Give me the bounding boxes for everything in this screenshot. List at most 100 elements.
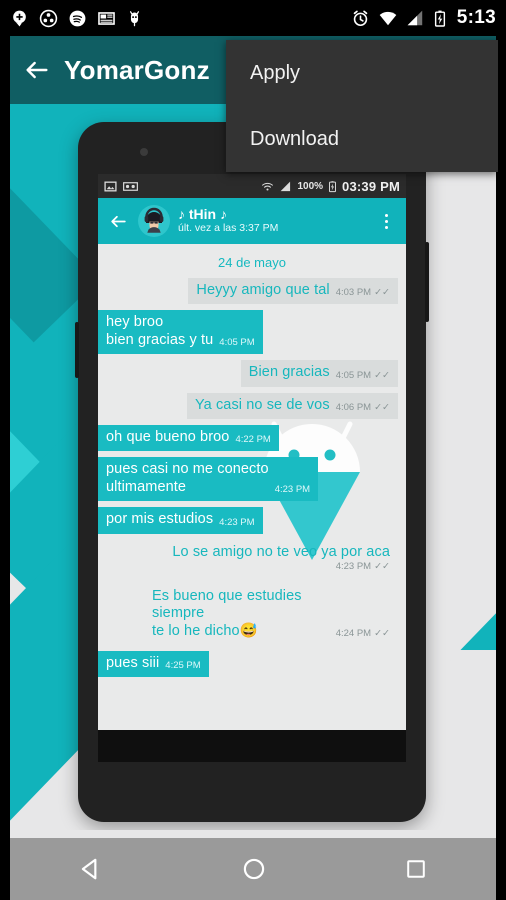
message-meta: 4:23 PM ✓✓	[336, 561, 390, 573]
menu-item-download[interactable]: Download	[226, 106, 498, 172]
signal-icon	[407, 10, 422, 25]
date-divider: 24 de mayo	[106, 254, 398, 272]
message-row[interactable]: oh que bueno broo 4:22 PM	[98, 424, 398, 452]
message-bubble: por mis estudios 4:23 PM	[98, 507, 263, 534]
message-meta: 4:05 PM	[219, 337, 254, 349]
signal-icon	[281, 181, 291, 191]
message-text: Lo se amigo no te veo ya por aca	[172, 543, 390, 560]
contact-last-seen: últ. vez a las 3:37 PM	[178, 221, 279, 234]
message-time: 4:05 PM	[219, 337, 255, 349]
overflow-menu-icon	[384, 225, 388, 229]
message-text: Heyyy amigo que tal	[196, 282, 330, 298]
status-right-icons: 5:13	[351, 7, 506, 29]
overflow-menu-icon	[384, 213, 388, 217]
message-bubble: Heyyy amigo que tal 4:03 PM ✓✓	[188, 278, 398, 305]
contact-avatar-icon	[138, 205, 170, 237]
message-text: oh que bueno broo	[106, 428, 230, 445]
message-meta: 4:23 PM	[219, 517, 254, 529]
message-row[interactable]: pues casi no me conecto ultimamente 4:23…	[98, 457, 398, 502]
message-time: 4:23 PM	[274, 484, 311, 496]
nav-home-circle-icon[interactable]	[241, 856, 267, 882]
message-time: 4:05 PM	[335, 369, 372, 381]
phone-status-bar: 100% 03:39 PM	[98, 174, 406, 198]
avatar[interactable]	[138, 205, 170, 237]
message-time: 4:23 PM	[219, 516, 255, 528]
message-bubble: Bien gracias 4:05 PM ✓✓	[240, 360, 398, 387]
message-bubble: pues casi no me conecto ultimamente 4:23…	[98, 457, 319, 502]
message-row[interactable]: Ya casi no se de vos 4:06 PM ✓✓	[106, 392, 398, 419]
android-bug-icon	[129, 10, 140, 26]
message-row[interactable]: Bien gracias 4:05 PM ✓✓	[106, 360, 398, 387]
message-row[interactable]: pues siii 4:25 PM	[98, 651, 398, 678]
message-bubble: hey broo bien gracias y tu 4:05 PM	[98, 310, 263, 355]
preview-stage[interactable]: 100% 03:39 PM ♪ tHin ♪ últ. vez a las 3:…	[10, 104, 496, 830]
nav-recents-square-icon[interactable]	[404, 857, 428, 881]
message-bubble: pues siii 4:25 PM	[98, 651, 209, 678]
nav-bar-separator	[10, 830, 496, 838]
news-layout-icon	[98, 11, 115, 25]
image-icon	[104, 181, 117, 191]
back-button[interactable]	[10, 56, 64, 84]
nav-back-triangle-icon[interactable]	[78, 856, 104, 882]
preview-phone-nav-bar	[98, 730, 406, 762]
message-text: hey broo bien gracias y tu	[106, 314, 214, 348]
message-row[interactable]: por mis estudios 4:23 PM	[98, 507, 398, 534]
contact-name: ♪ tHin ♪	[178, 206, 227, 223]
read-receipt-icon: ✓✓	[374, 628, 390, 640]
chat-back-button[interactable]	[106, 212, 130, 231]
message-bubble: Es bueno que estudies siempre te lo he d…	[144, 584, 398, 645]
message-meta: 4:03 PM ✓✓	[336, 287, 390, 299]
message-text: pues casi no me conecto ultimamente	[106, 461, 269, 495]
overflow-menu: Apply Download	[226, 40, 498, 172]
message-bubble: Lo se amigo no te veo ya por aca 4:23 PM…	[164, 540, 398, 578]
message-row[interactable]: Heyyy amigo que tal 4:03 PM ✓✓	[106, 278, 398, 305]
message-time: 4:22 PM	[235, 434, 271, 446]
wifi-icon	[262, 182, 274, 191]
alarm-clock-icon	[353, 10, 368, 26]
page-title: YomarGonz	[64, 54, 210, 85]
read-receipt-icon: ✓✓	[374, 287, 390, 299]
voicemail-icon	[123, 181, 138, 191]
message-meta: 4:22 PM	[235, 434, 270, 446]
message-text: Es bueno que estudies siempre te lo he d…	[152, 587, 302, 639]
chat-message-list[interactable]: 24 de mayo Heyyy amigo que tal 4:03 PM ✓…	[98, 244, 406, 738]
menu-item-apply[interactable]: Apply	[226, 40, 498, 106]
phone-power-button	[425, 242, 429, 322]
message-row[interactable]: Es bueno que estudies siempre te lo he d…	[106, 584, 398, 645]
message-row[interactable]: Lo se amigo no te veo ya por aca 4:23 PM…	[106, 540, 398, 578]
phone-camera-dot	[140, 148, 148, 156]
message-meta: 4:06 PM ✓✓	[336, 402, 390, 414]
message-meta: 4:05 PM ✓✓	[336, 370, 390, 382]
message-meta: 4:23 PM	[275, 484, 310, 496]
system-status-bar: 5:13	[0, 0, 506, 36]
battery-charging-icon	[434, 10, 445, 27]
system-clock: 5:13	[456, 7, 496, 28]
battery-percent: 100%	[297, 180, 324, 192]
phone-status-right: 100% 03:39 PM	[261, 179, 400, 194]
spotify-icon	[69, 10, 86, 26]
device-nav-bar	[10, 838, 496, 900]
message-text: pues siii	[106, 655, 160, 672]
menu-item-apply-label: Apply	[250, 61, 301, 84]
message-time: 4:25 PM	[165, 660, 201, 672]
circle-dots-icon	[39, 9, 58, 27]
date-divider-label: 24 de mayo	[218, 255, 286, 270]
message-meta: 4:24 PM ✓✓	[336, 628, 390, 640]
screen-root: 5:13 YomarGonz Apply Download 100% 03:39…	[0, 0, 506, 900]
message-bubble: oh que bueno broo 4:22 PM	[98, 424, 279, 452]
message-text: Bien gracias	[248, 364, 330, 381]
message-meta: 4:25 PM	[165, 660, 200, 672]
menu-item-download-label: Download	[250, 127, 339, 150]
message-time: 4:24 PM	[335, 628, 372, 640]
chat-overflow-menu-button[interactable]	[378, 213, 398, 229]
battery-charging-icon	[329, 180, 336, 192]
message-text: por mis estudios	[106, 511, 214, 528]
phone-volume-button	[75, 322, 79, 378]
status-left-icons	[0, 9, 143, 28]
chat-contact-info: ♪ tHin ♪ últ. vez a las 3:37 PM	[178, 207, 278, 234]
read-receipt-icon: ✓✓	[374, 560, 390, 572]
message-time: 4:03 PM	[335, 287, 372, 299]
message-row[interactable]: hey broo bien gracias y tu 4:05 PM	[98, 310, 398, 355]
phone-mockup: 100% 03:39 PM ♪ tHin ♪ últ. vez a las 3:…	[75, 122, 429, 822]
overflow-menu-icon	[384, 219, 388, 223]
